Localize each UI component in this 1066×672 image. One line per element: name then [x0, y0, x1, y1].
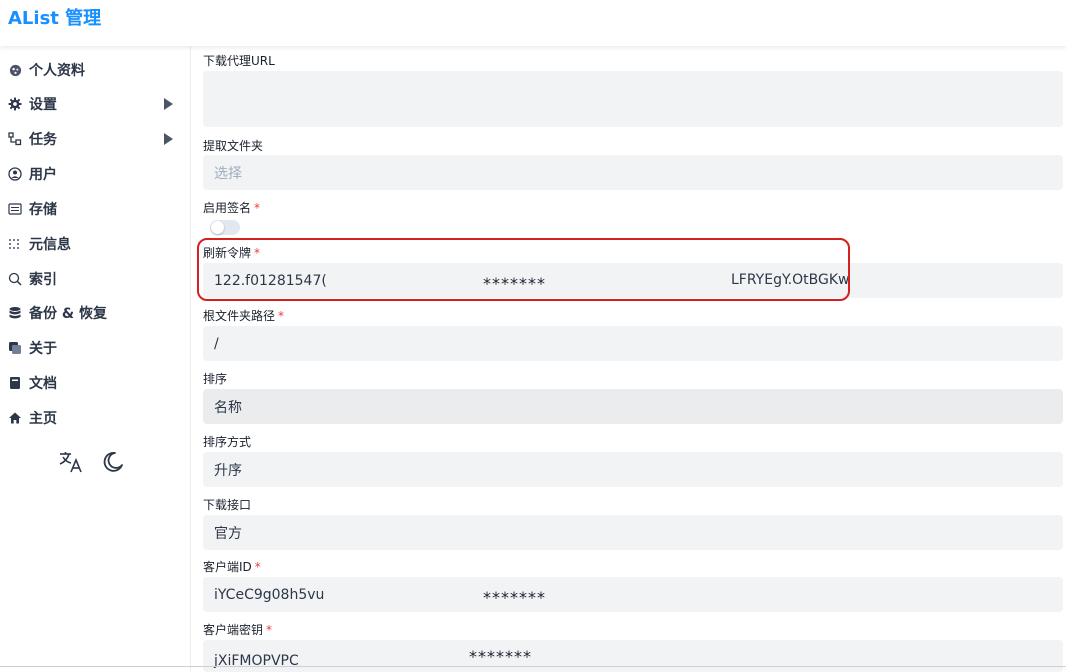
- sidebar-item-docs[interactable]: 文档: [0, 366, 190, 400]
- enable-sign-toggle[interactable]: [210, 220, 240, 235]
- gear-icon: [8, 97, 22, 111]
- app-title[interactable]: AList 管理: [8, 8, 101, 30]
- sidebar-item-label: 设置: [29, 97, 57, 113]
- sidebar-item-label: 文档: [29, 376, 57, 392]
- sidebar-item-backup[interactable]: 备份 & 恢复: [0, 296, 190, 330]
- sidebar-item-profile[interactable]: 个人资料: [0, 53, 190, 87]
- required-mark: *: [254, 560, 261, 574]
- about-icon: [8, 341, 22, 355]
- chevron-right-icon[interactable]: [164, 133, 173, 145]
- refresh-token-tail: LFRYEgY.OtBGKw: [731, 272, 850, 288]
- search-icon: [8, 272, 22, 286]
- moon-icon[interactable]: [100, 450, 126, 474]
- sidebar: 个人资料 设置 任务 用户 存储 元信息 索引 备份 & 恢复 关于 文档 主页: [0, 46, 190, 672]
- sidebar-item-meta[interactable]: 元信息: [0, 227, 190, 261]
- required-mark: *: [278, 309, 285, 323]
- order-by-label: 排序: [203, 372, 228, 386]
- user-icon: [8, 167, 22, 181]
- sidebar-item-users[interactable]: 用户: [0, 157, 190, 191]
- meta-icon: [8, 237, 22, 251]
- order-direction-select[interactable]: 升序: [203, 452, 1063, 487]
- enable-sign-label: 启用签名 *: [203, 201, 261, 215]
- refresh-token-input[interactable]: 122.f01281547(: [203, 263, 1063, 298]
- sidebar-item-label: 元信息: [29, 237, 71, 253]
- root-folder-path-input[interactable]: /: [203, 326, 1063, 361]
- client-secret-label: 客户端密钥 *: [203, 623, 273, 637]
- profile-icon: [8, 63, 22, 77]
- sidebar-item-label: 主页: [29, 411, 57, 427]
- extract-folder-select[interactable]: 选择: [203, 155, 1063, 190]
- download-api-label: 下载接口: [203, 498, 252, 512]
- sidebar-item-about[interactable]: 关于: [0, 331, 190, 365]
- sidebar-item-label: 关于: [29, 341, 57, 357]
- top-header: AList 管理: [0, 0, 1066, 46]
- storage-form: 下载代理URL 提取文件夹 选择 启用签名 * 刷新令牌 * 122.f012815…: [190, 46, 1066, 672]
- refresh-token-mask: *******: [483, 274, 546, 293]
- required-mark: *: [254, 246, 261, 260]
- download-proxy-url-label: 下载代理URL: [203, 54, 275, 68]
- sidebar-item-tasks[interactable]: 任务: [0, 122, 190, 156]
- storage-icon: [8, 202, 22, 216]
- sidebar-item-index[interactable]: 索引: [0, 262, 190, 296]
- required-mark: *: [266, 623, 273, 637]
- sidebar-item-home[interactable]: 主页: [0, 401, 190, 435]
- sidebar-item-label: 索引: [29, 272, 57, 288]
- database-icon: [8, 306, 22, 320]
- book-icon: [8, 376, 22, 390]
- tasks-icon: [8, 132, 22, 146]
- sidebar-item-label: 任务: [29, 132, 57, 148]
- root-folder-path-label: 根文件夹路径 *: [203, 309, 285, 323]
- chevron-right-icon[interactable]: [164, 98, 173, 110]
- bottom-border: [0, 666, 1066, 667]
- home-icon: [8, 411, 22, 425]
- client-id-label: 客户端ID *: [203, 560, 261, 574]
- order-direction-label: 排序方式: [203, 435, 252, 449]
- sidebar-item-settings[interactable]: 设置: [0, 87, 190, 121]
- required-mark: *: [254, 201, 261, 215]
- sidebar-item-label: 用户: [29, 167, 57, 183]
- client-id-input[interactable]: iYCeC9g08h5vu: [203, 577, 1063, 612]
- language-icon[interactable]: [58, 450, 84, 474]
- download-api-select[interactable]: 官方: [203, 515, 1063, 550]
- refresh-token-label: 刷新令牌 *: [203, 246, 261, 260]
- sidebar-tools: [58, 450, 126, 474]
- toggle-knob: [211, 221, 224, 234]
- order-by-select[interactable]: 名称: [203, 389, 1063, 424]
- sidebar-item-label: 存储: [29, 202, 57, 218]
- client-id-mask: *******: [483, 588, 546, 607]
- sidebar-item-label: 个人资料: [29, 63, 85, 79]
- download-proxy-url-textarea[interactable]: [203, 71, 1063, 127]
- extract-folder-label: 提取文件夹: [203, 139, 264, 153]
- client-secret-mask: *******: [469, 647, 532, 666]
- sidebar-item-label: 备份 & 恢复: [29, 306, 107, 322]
- client-secret-input[interactable]: jXiFMOPVPC: [203, 640, 1063, 672]
- sidebar-item-storage[interactable]: 存储: [0, 192, 190, 226]
